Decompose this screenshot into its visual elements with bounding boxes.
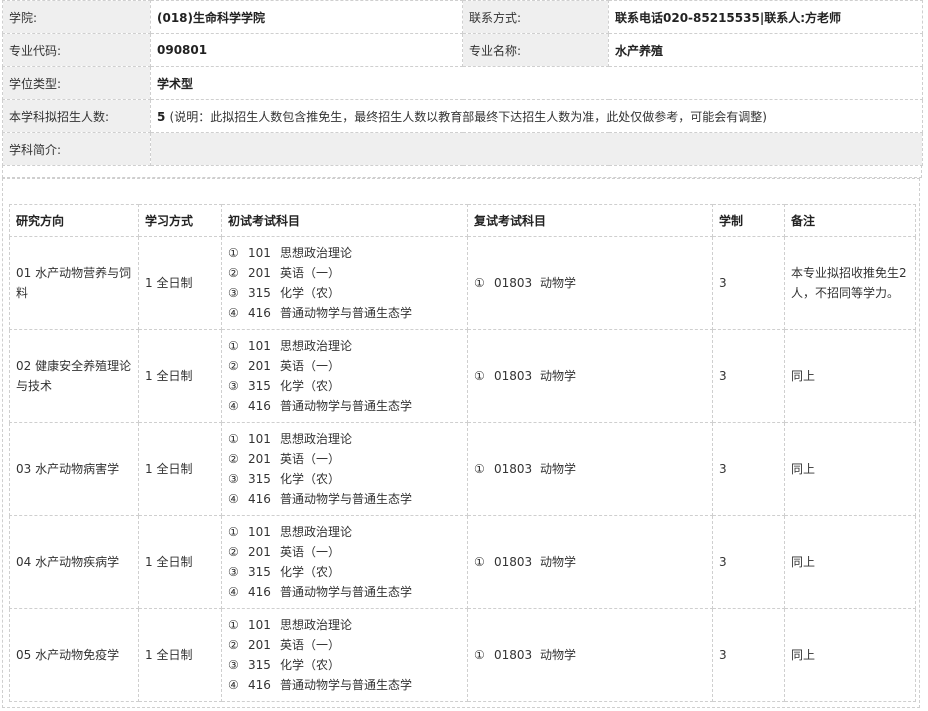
header-exam-subjects: 初试考试科目 (221, 204, 468, 237)
note-cell: 同上 (784, 422, 916, 516)
table-row: 04 水产动物疾病学 1 全日制 ① 101 思想政治理论 ② 201 英语（一） ③3… (9, 515, 916, 609)
direction-cell: 03 水产动物病害学 (9, 422, 139, 516)
exam-subject: ④ 416 普通动物学与普通生态学 (228, 585, 413, 599)
header-mode: 学习方式 (138, 204, 222, 237)
table-row: 01 水产动物营养与饲料 1 全日制 ① 101 思想政治理论 ② 201 英语（一） … (9, 236, 916, 330)
exam-subject: ② 201 英语（一） (228, 545, 341, 559)
exam-subject: ③ 315 化学（农） (228, 379, 341, 393)
header-note: 备注 (784, 204, 916, 237)
contact-value: 联系电话020-85215535|联系人:方老师 (608, 0, 923, 34)
info-row-degree: 学位类型: 学术型 (2, 66, 923, 100)
exam-subject: ③ 315 化学（农） (228, 472, 341, 486)
info-row-major: 专业代码: 090801 专业名称: 水产养殖 (2, 33, 923, 67)
enroll-note: (说明：此拟招生人数包含推免生，最终招生人数以教育部最终下达招生人数为准，此处仅… (169, 109, 767, 124)
mode-cell: 1 全日制 (138, 515, 222, 609)
exam-subject: ① 101 思想政治理论 (228, 525, 353, 539)
table-header-row: 研究方向 学习方式 初试考试科目 复试考试科目 学制 备注 (9, 204, 916, 237)
exam-subject: ② 201 英语（一） (228, 452, 341, 466)
info-row-intro: 学科简介: (2, 132, 923, 166)
mode-cell: 1 全日制 (138, 236, 222, 330)
direction-cell: 05 水产动物免疫学 (9, 608, 139, 702)
years-cell: 3 (712, 236, 785, 330)
exam-subject: ① 101 思想政治理论 (228, 618, 353, 632)
retest-subject-cell: ① 01803 动物学 (467, 515, 713, 609)
header-retest-subjects: 复试考试科目 (467, 204, 713, 237)
major-code-value: 090801 (150, 33, 463, 67)
section-spacer (2, 165, 922, 178)
contact-label: 联系方式: (462, 0, 609, 34)
major-name-label: 专业名称: (462, 33, 609, 67)
table-row: 02 健康安全养殖理论与技术 1 全日制 ① 101 思想政治理论 ② 201 英语（一… (9, 329, 916, 423)
major-name-value: 水产养殖 (608, 33, 923, 67)
info-row-college: 学院: (018)生命科学学院 联系方式: 联系电话020-85215535|联… (2, 0, 923, 34)
exam-subject: ② 201 英语（一） (228, 638, 341, 652)
exam-subject: ③ 315 化学（农） (228, 658, 341, 672)
exam-subject: ④ 416 普通动物学与普通生态学 (228, 399, 413, 413)
table-row: 05 水产动物免疫学 1 全日制 ① 101 思想政治理论 ② 201 英语（一） ③3… (9, 608, 916, 702)
exam-subjects-cell: ① 101 思想政治理论 ② 201 英语（一） ③ 315 化学（农） ④ 416 普通动物学… (221, 422, 468, 516)
header-years: 学制 (712, 204, 785, 237)
college-label: 学院: (2, 0, 151, 34)
mode-cell: 1 全日制 (138, 329, 222, 423)
retest-subject-cell: ① 01803 动物学 (467, 329, 713, 423)
direction-cell: 02 健康安全养殖理论与技术 (9, 329, 139, 423)
years-cell: 3 (712, 608, 785, 702)
info-row-enroll: 本学科拟招生人数: 5 (说明：此拟招生人数包含推免生，最终招生人数以教育部最终… (2, 99, 923, 133)
note-cell: 同上 (784, 608, 916, 702)
direction-cell: 04 水产动物疾病学 (9, 515, 139, 609)
exam-subjects-cell: ① 101 思想政治理论 ② 201 英语（一） ③ 315 化学（农） ④ 416 普通动物学… (221, 236, 468, 330)
exam-subject: ① 101 思想政治理论 (228, 246, 353, 260)
exam-subject: ② 201 英语（一） (228, 266, 341, 280)
retest-subject-cell: ① 01803 动物学 (467, 236, 713, 330)
exam-subject: ④ 416 普通动物学与普通生态学 (228, 678, 413, 692)
exam-subject: ① 101 思想政治理论 (228, 432, 353, 446)
research-directions-table: 研究方向 学习方式 初试考试科目 复试考试科目 学制 备注 01 水产动物营养与… (9, 204, 916, 702)
exam-subject: ③ 315 化学（农） (228, 565, 341, 579)
exam-subject: ② 201 英语（一） (228, 359, 341, 373)
table-row: 03 水产动物病害学 1 全日制 ① 101 思想政治理论 ② 201 英语（一） ③3… (9, 422, 916, 516)
note-cell: 本专业拟招收推免生2人，不招同等学力。 (784, 236, 916, 330)
major-code-label: 专业代码: (2, 33, 151, 67)
years-cell: 3 (712, 329, 785, 423)
retest-subject-cell: ① 01803 动物学 (467, 422, 713, 516)
exam-subject: ④ 416 普通动物学与普通生态学 (228, 492, 413, 506)
degree-type-value: 学术型 (150, 66, 923, 100)
note-cell: 同上 (784, 329, 916, 423)
intro-label: 学科简介: (2, 132, 151, 166)
exam-subject: ③ 315 化学（农） (228, 286, 341, 300)
note-cell: 同上 (784, 515, 916, 609)
enroll-cell: 5 (说明：此拟招生人数包含推免生，最终招生人数以教育部最终下达招生人数为准，此… (150, 99, 923, 133)
exam-subject: ① 101 思想政治理论 (228, 339, 353, 353)
retest-subject-cell: ① 01803 动物学 (467, 608, 713, 702)
mode-cell: 1 全日制 (138, 608, 222, 702)
direction-cell: 01 水产动物营养与饲料 (9, 236, 139, 330)
degree-type-label: 学位类型: (2, 66, 151, 100)
enroll-label: 本学科拟招生人数: (2, 99, 151, 133)
exam-subjects-cell: ① 101 思想政治理论 ② 201 英语（一） ③ 315 化学（农） ④ 416 普通动物学… (221, 515, 468, 609)
program-info-table: 学院: (018)生命科学学院 联系方式: 联系电话020-85215535|联… (2, 0, 923, 166)
intro-value (150, 132, 923, 166)
header-direction: 研究方向 (9, 204, 139, 237)
exam-subjects-cell: ① 101 思想政治理论 ② 201 英语（一） ③ 315 化学（农） ④ 416 普通动物学… (221, 608, 468, 702)
years-cell: 3 (712, 515, 785, 609)
enroll-value: 5 (157, 109, 166, 124)
mode-cell: 1 全日制 (138, 422, 222, 516)
exam-subjects-cell: ① 101 思想政治理论 ② 201 英语（一） ③ 315 化学（农） ④ 416 普通动物学… (221, 329, 468, 423)
exam-subject: ④ 416 普通动物学与普通生态学 (228, 306, 413, 320)
college-value: (018)生命科学学院 (150, 0, 463, 34)
years-cell: 3 (712, 422, 785, 516)
